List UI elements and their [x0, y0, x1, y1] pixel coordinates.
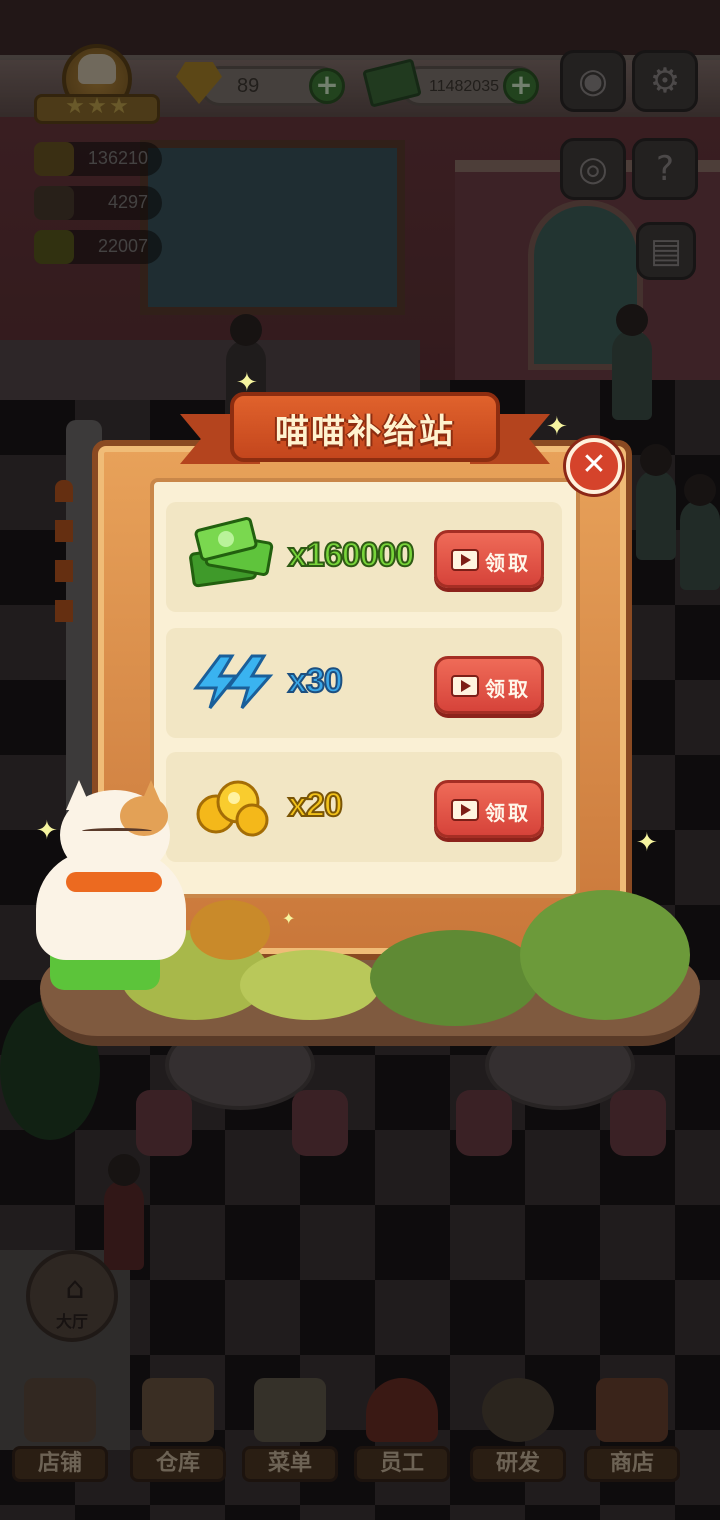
bush — [370, 930, 540, 1026]
reward-amount: x160000 — [287, 535, 415, 575]
reward-amount: x20 — [287, 785, 344, 825]
claim-label: 领取 — [485, 551, 531, 575]
bush — [520, 890, 690, 1020]
bush — [240, 950, 380, 1020]
claim-video-button[interactable]: 领取 — [434, 530, 544, 588]
sparkle-icon: ✦ — [282, 909, 296, 928]
reward-amount: x30 — [287, 661, 344, 701]
cash-stack-icon — [189, 517, 274, 588]
video-play-icon — [451, 799, 479, 821]
title-banner: 喵喵补给站 — [180, 392, 550, 470]
claim-video-button[interactable]: 领取 — [434, 780, 544, 838]
gold-nugget-icon — [196, 780, 269, 837]
close-button[interactable]: ✕ — [566, 438, 622, 494]
supply-station-popup: 喵喵补给站 ✕ x160000 领取 x30 领取 x20 领取 ✦ ✦ ✦ ✦… — [0, 370, 720, 1070]
reward-row-gold: x20 领取 — [166, 752, 562, 862]
sparkle-icon: ✦ — [36, 816, 58, 846]
popup-title: 喵喵补给站 — [275, 412, 455, 452]
lucky-cat-mascot — [26, 780, 196, 970]
video-play-icon — [451, 675, 479, 697]
video-play-icon — [451, 549, 479, 571]
claim-label: 领取 — [485, 677, 531, 701]
sparkle-icon: ✦ — [636, 828, 658, 858]
claim-label: 领取 — [485, 801, 531, 825]
claim-video-button[interactable]: 领取 — [434, 656, 544, 714]
reward-row-energy: x30 领取 — [166, 628, 562, 738]
close-icon: ✕ — [581, 447, 607, 482]
reward-row-cash: x160000 领取 — [166, 502, 562, 612]
sparkle-icon: ✦ — [236, 368, 258, 398]
sparkle-icon: ✦ — [546, 412, 568, 442]
gold-sack — [190, 900, 270, 960]
lightning-energy-icon — [193, 654, 274, 709]
